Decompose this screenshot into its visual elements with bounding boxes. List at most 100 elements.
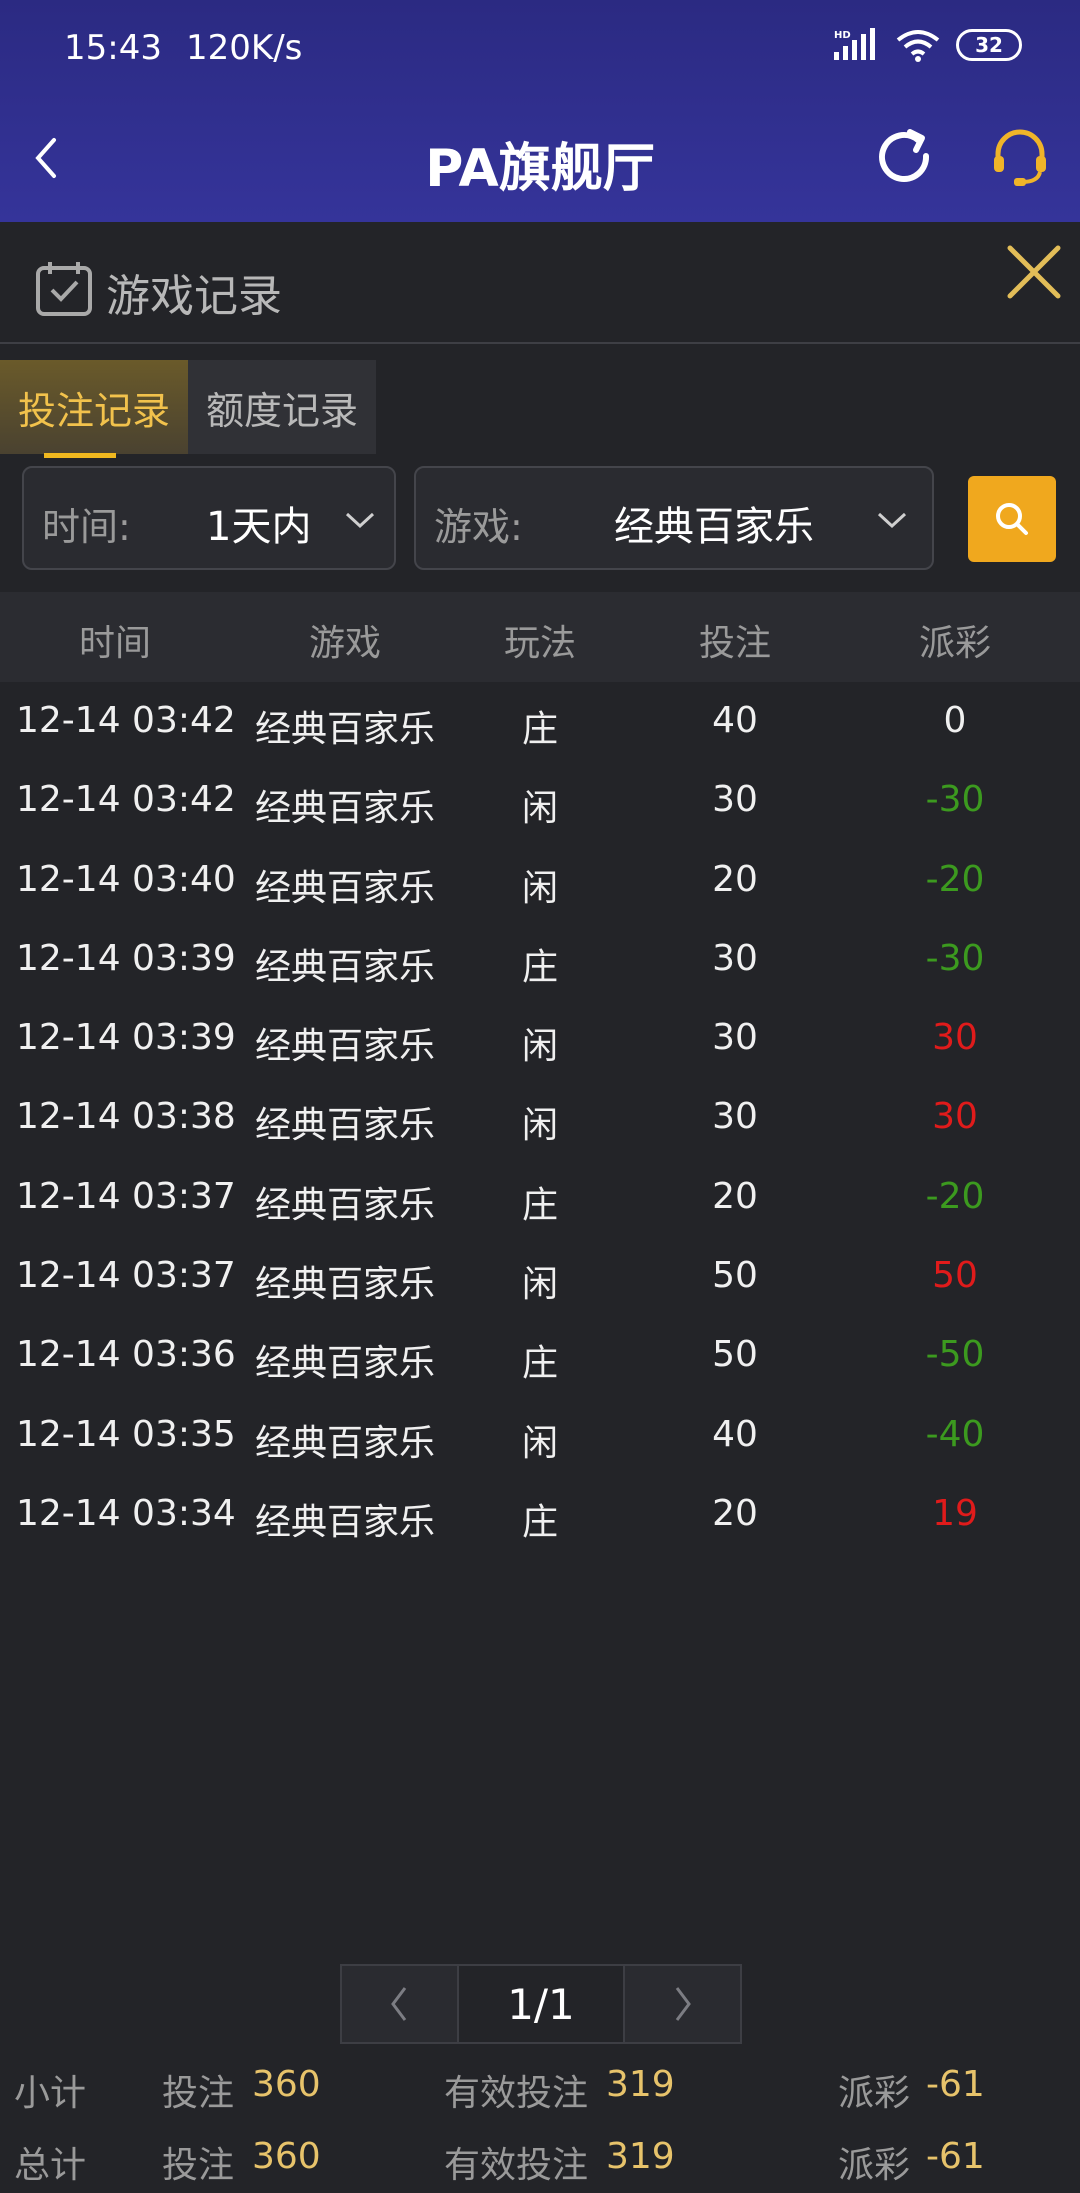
cell-play: 闲 <box>521 1105 558 1147</box>
cell-time: 12-14 03:37 <box>16 1175 236 1217</box>
prev-page-button[interactable] <box>342 1966 457 2042</box>
total-bet-label: 投注 <box>162 2145 235 2186</box>
status-time: 15:43 <box>64 28 162 68</box>
app-header: 15:43 120K/s HD 32 PA旗舰厅 <box>0 0 1080 222</box>
table-row: 12-14 03:34 经典百家乐 庄 20 19 <box>0 1475 1080 1554</box>
cell-time: 12-14 03:36 <box>16 1334 236 1376</box>
tab-credit-records[interactable]: 额度记录 <box>188 360 377 454</box>
section-header: 游戏记录 <box>0 222 1080 344</box>
calendar-check-icon <box>36 262 92 316</box>
page-indicator: 1/1 <box>456 1966 626 2042</box>
cell-game: 经典百家乐 <box>254 867 435 909</box>
tab-bet-records[interactable]: 投注记录 <box>0 360 189 458</box>
cell-bet: 20 <box>712 1175 758 1217</box>
cell-play: 庄 <box>521 1501 558 1543</box>
table-row: 12-14 03:40 经典百家乐 闲 20 -20 <box>0 841 1080 920</box>
cell-bet: 50 <box>712 1334 758 1376</box>
cell-payout: 50 <box>932 1255 978 1297</box>
cell-time: 12-14 03:37 <box>16 1255 236 1297</box>
total-valid-label: 有效投注 <box>444 2145 589 2186</box>
table-row: 12-14 03:38 经典百家乐 闲 30 30 <box>0 1078 1080 1157</box>
cell-time: 12-14 03:42 <box>16 700 236 741</box>
table-row: 12-14 03:36 经典百家乐 庄 50 -50 <box>0 1316 1080 1395</box>
cell-play: 闲 <box>521 788 558 830</box>
cell-payout: 0 <box>943 700 967 741</box>
next-page-button[interactable] <box>625 1966 740 2042</box>
cell-time: 12-14 03:40 <box>16 858 236 900</box>
cell-time: 12-14 03:39 <box>16 937 236 979</box>
cell-game: 经典百家乐 <box>254 1264 435 1306</box>
table-row: 12-14 03:37 经典百家乐 闲 50 50 <box>0 1237 1080 1316</box>
cell-game: 经典百家乐 <box>254 709 435 750</box>
search-icon <box>996 503 1028 535</box>
cell-bet: 40 <box>712 1413 758 1455</box>
col-game: 游戏 <box>308 623 381 664</box>
total-payout-label: 派彩 <box>838 2145 911 2186</box>
section-title: 游戏记录 <box>106 271 282 322</box>
cell-bet: 30 <box>712 779 758 821</box>
cell-bet: 40 <box>712 700 758 741</box>
chevron-down-icon <box>345 512 375 529</box>
cell-bet: 50 <box>712 1255 758 1297</box>
cell-play: 闲 <box>521 867 558 909</box>
cell-play: 闲 <box>521 1264 558 1306</box>
table-row: 12-14 03:42 经典百家乐 闲 30 -30 <box>0 761 1080 840</box>
cell-game: 经典百家乐 <box>254 1501 435 1543</box>
cell-bet: 30 <box>712 937 758 979</box>
wifi-icon <box>896 30 940 62</box>
cell-payout: -20 <box>925 858 985 900</box>
cell-payout: 19 <box>932 1492 978 1534</box>
cell-game: 经典百家乐 <box>254 1026 435 1068</box>
network-speed: 120K/s <box>186 28 303 68</box>
cell-bet: 30 <box>712 1096 758 1138</box>
status-icons: HD 32 <box>834 28 1022 62</box>
signal-icon: HD <box>834 28 875 60</box>
subtotal-payout-label: 派彩 <box>838 2073 911 2114</box>
headset-icon[interactable] <box>990 126 1050 190</box>
cell-payout: 30 <box>932 1017 978 1059</box>
cell-play: 闲 <box>521 1422 558 1464</box>
table-row: 12-14 03:39 经典百家乐 庄 30 -30 <box>0 920 1080 999</box>
game-filter-value: 经典百家乐 <box>614 504 814 550</box>
search-button[interactable] <box>968 476 1056 562</box>
table-body: 12-14 03:42 经典百家乐庄 40 0 12-14 03:42 经典百家乐闲 30-… <box>0 682 1080 1554</box>
table-row: 12-14 03:35 经典百家乐 闲 40 -40 <box>0 1396 1080 1475</box>
svg-text:HD: HD <box>834 30 851 41</box>
total-row: 总计 投注 360 有效投注 319 派彩 -61 <box>0 2136 1080 2193</box>
refresh-icon[interactable] <box>874 126 938 190</box>
subtotal-title: 小计 <box>14 2073 87 2114</box>
close-icon[interactable] <box>1006 244 1062 300</box>
cell-game: 经典百家乐 <box>254 1343 435 1385</box>
col-time: 时间 <box>78 623 151 664</box>
time-filter-label: 时间: <box>42 505 131 549</box>
nav-bar: PA旗舰厅 <box>0 110 1080 210</box>
cell-payout: -40 <box>925 1413 985 1455</box>
cell-bet: 20 <box>712 1492 758 1534</box>
chevron-down-icon <box>877 512 907 529</box>
col-payout: 派彩 <box>918 623 991 664</box>
subtotal-bet-value: 360 <box>252 2064 321 2105</box>
game-filter-label: 游戏: <box>434 505 523 549</box>
total-payout-value: -61 <box>926 2136 985 2177</box>
cell-payout: -30 <box>925 779 985 821</box>
cell-game: 经典百家乐 <box>254 946 435 988</box>
cell-play: 庄 <box>521 1184 558 1226</box>
time-filter-select[interactable]: 时间: 1天内 <box>22 466 396 570</box>
cell-payout: -30 <box>925 937 985 979</box>
game-filter-select[interactable]: 游戏: 经典百家乐 <box>414 466 934 570</box>
cell-bet: 30 <box>712 1017 758 1059</box>
chevron-left-icon <box>391 1987 407 2021</box>
table-row: 12-14 03:37 经典百家乐 庄 20 -20 <box>0 1158 1080 1237</box>
chevron-right-icon <box>675 1987 691 2021</box>
cell-time: 12-14 03:38 <box>16 1096 236 1138</box>
cell-time: 12-14 03:42 <box>16 779 236 821</box>
cell-time: 12-14 03:35 <box>16 1413 236 1455</box>
table-row: 12-14 03:42 经典百家乐 庄 40 0 <box>0 682 1080 761</box>
subtotal-valid-label: 有效投注 <box>444 2073 589 2114</box>
cell-play: 庄 <box>521 1343 558 1385</box>
cell-game: 经典百家乐 <box>254 1422 435 1464</box>
cell-bet: 20 <box>712 858 758 900</box>
record-tabs: 投注记录 额度记录 <box>0 360 377 458</box>
total-valid-value: 319 <box>606 2136 675 2177</box>
cell-payout: -50 <box>925 1334 985 1376</box>
